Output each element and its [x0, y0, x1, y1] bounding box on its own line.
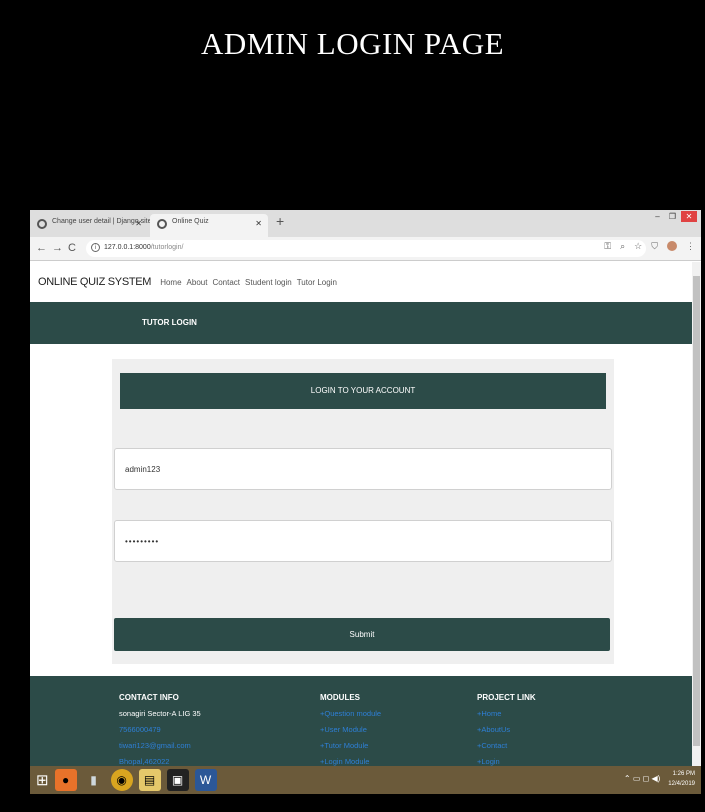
login-form: LOGIN TO YOUR ACCOUNT admin123 •••••••••…	[112, 359, 614, 664]
slide-title: ADMIN LOGIN PAGE	[200, 26, 505, 61]
close-window-button[interactable]: ✕	[681, 211, 697, 222]
footer-link[interactable]: +Question module	[320, 706, 381, 722]
nav-home[interactable]: Home	[160, 278, 181, 287]
nav-about[interactable]: About	[187, 278, 208, 287]
footer-link[interactable]: +Tutor Module	[320, 738, 381, 754]
key-icon[interactable]: ⚿	[604, 241, 611, 252]
window-controls: – ❐ ✕	[651, 211, 697, 222]
tray-icons[interactable]: ⌃ ▭ ◻ ◀)	[624, 774, 660, 784]
close-tab-icon[interactable]: ✕	[255, 219, 262, 228]
web-page: ONLINE QUIZ SYSTEM Home About Contact St…	[30, 262, 692, 766]
address-bar: ← → C i 127.0.0.1:8000/tutorlogin/ ⚿ ⌕ ☆…	[30, 237, 701, 261]
password-input[interactable]: •••••••••	[114, 520, 612, 562]
browser-window: Change user detail | Django site ✕ Onlin…	[30, 210, 701, 766]
footer-link[interactable]: +Login Module	[320, 754, 381, 766]
clock[interactable]: 1:26 PM 12/4/2019	[668, 769, 695, 789]
tab-online-quiz[interactable]: Online Quiz ✕	[150, 214, 268, 237]
footer-phone[interactable]: 7566000479	[119, 722, 201, 738]
page-scrollbar[interactable]	[692, 262, 701, 766]
clock-date: 12/4/2019	[668, 781, 695, 787]
footer-location[interactable]: Bhopal,462022	[119, 754, 201, 766]
username-input[interactable]: admin123	[114, 448, 612, 490]
back-arrow-icon[interactable]: ←	[36, 242, 47, 254]
scrollbar-thumb[interactable]	[693, 276, 700, 746]
info-icon[interactable]: i	[91, 243, 100, 252]
minimize-button[interactable]: –	[651, 211, 664, 222]
url-host: 127.0.0.1:8000	[104, 244, 151, 251]
footer-link[interactable]: +Contact	[477, 738, 536, 754]
footer-email[interactable]: tiwari123@gmail.com	[119, 738, 201, 754]
toolbar-icons: ⚿ ⌕ ☆ ⛉ ⋮	[604, 241, 695, 252]
tab-strip: Change user detail | Django site ✕ Onlin…	[30, 210, 701, 237]
firefox-icon[interactable]: ●	[54, 769, 77, 791]
site-footer: CONTACT INFO sonagiri Sector-A LIG 35 75…	[30, 676, 692, 766]
system-tray: ⌃ ▭ ◻ ◀) 1:26 PM 12/4/2019	[624, 769, 695, 789]
footer-heading: CONTACT INFO	[119, 693, 179, 702]
terminal-icon[interactable]: ▣	[166, 769, 189, 791]
profile-avatar[interactable]	[667, 241, 677, 251]
footer-link[interactable]: +Home	[477, 706, 536, 722]
zoom-icon[interactable]: ⌕	[620, 241, 625, 252]
new-tab-button[interactable]: +	[276, 213, 284, 229]
menu-dots-icon[interactable]: ⋮	[686, 241, 695, 252]
reload-icon[interactable]: C	[68, 242, 76, 254]
submit-button[interactable]: Submit	[114, 618, 610, 651]
site-navbar: ONLINE QUIZ SYSTEM Home About Contact St…	[30, 262, 692, 302]
file-icon[interactable]: ▮	[83, 769, 105, 791]
nav-contact[interactable]: Contact	[212, 278, 240, 287]
clock-time: 1:26 PM	[672, 771, 695, 777]
url-path: /tutorlogin/	[150, 244, 184, 251]
site-brand[interactable]: ONLINE QUIZ SYSTEM	[38, 276, 151, 288]
footer-project-links: PROJECT LINK +Home +AboutUs +Contact +Lo…	[477, 690, 536, 766]
footer-link[interactable]: +AboutUs	[477, 722, 536, 738]
star-icon[interactable]: ☆	[634, 241, 642, 252]
close-tab-icon[interactable]: ✕	[135, 219, 142, 228]
file-explorer-icon[interactable]: ▤	[138, 769, 161, 791]
login-heading: LOGIN TO YOUR ACCOUNT	[120, 373, 606, 409]
extension-icon[interactable]: ⛉	[651, 241, 658, 252]
url-input[interactable]: i 127.0.0.1:8000/tutorlogin/	[86, 240, 646, 257]
windows-start-icon[interactable]: ⊞	[36, 771, 49, 789]
globe-icon	[157, 219, 167, 229]
footer-address: sonagiri Sector-A LIG 35	[119, 709, 201, 718]
footer-heading: MODULES	[320, 693, 360, 702]
globe-icon	[37, 219, 47, 229]
tab-label: Online Quiz	[172, 218, 209, 225]
windows-taskbar: ⊞ ● ▮ ◉ ▤ ▣ W ⌃ ▭ ◻ ◀) 1:26 PM 12/4/2019	[30, 766, 701, 794]
chrome-icon[interactable]: ◉	[110, 769, 133, 791]
footer-link[interactable]: +Login	[477, 754, 536, 766]
footer-link[interactable]: +User Module	[320, 722, 381, 738]
nav-student-login[interactable]: Student login	[245, 278, 292, 287]
tab-django-admin[interactable]: Change user detail | Django site ✕	[30, 214, 152, 237]
footer-contact: CONTACT INFO sonagiri Sector-A LIG 35 75…	[119, 690, 201, 766]
forward-arrow-icon[interactable]: →	[52, 242, 63, 254]
restore-button[interactable]: ❐	[666, 211, 679, 222]
nav-tutor-login[interactable]: Tutor Login	[297, 278, 337, 287]
footer-heading: PROJECT LINK	[477, 693, 536, 702]
footer-modules: MODULES +Question module +User Module +T…	[320, 690, 381, 766]
banner-title: TUTOR LOGIN	[142, 318, 197, 327]
word-icon[interactable]: W	[194, 769, 217, 791]
page-banner: TUTOR LOGIN	[30, 302, 692, 344]
